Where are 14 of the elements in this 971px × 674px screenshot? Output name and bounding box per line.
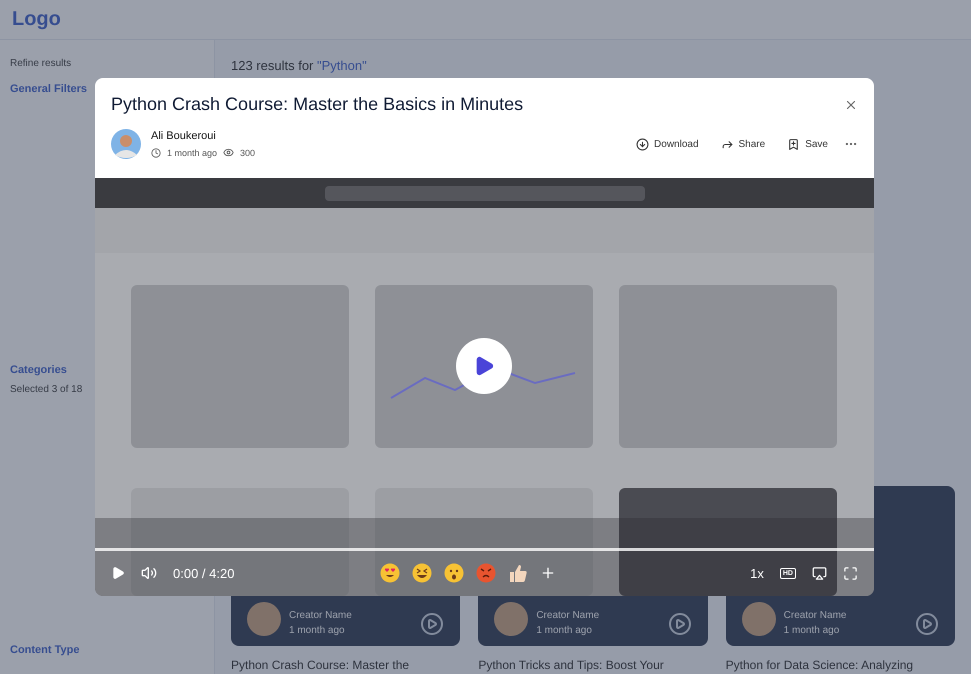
selection-count: Selected 3 of 18 [10, 384, 84, 394]
logo: Logo [12, 8, 61, 31]
view-count: 300 [240, 148, 256, 158]
creator-name: Creator Name [536, 610, 600, 621]
creator-name: Creator Name [784, 610, 848, 621]
posted-time: 1 month ago [784, 625, 840, 636]
playback-time: 0:00 / 4:20 [173, 566, 234, 580]
video-title: Python Crash Course: Master the Basics in Minutes [111, 94, 524, 115]
posted-time: 1 month ago [289, 625, 346, 636]
posted-time: 1 month ago [167, 148, 218, 158]
posted-time: 1 month ago [536, 625, 593, 636]
sidebar-heading: Refine results [10, 58, 72, 69]
creator-name: Creator Name [289, 610, 353, 621]
results-heading: 123 results for "Python" [231, 58, 368, 73]
